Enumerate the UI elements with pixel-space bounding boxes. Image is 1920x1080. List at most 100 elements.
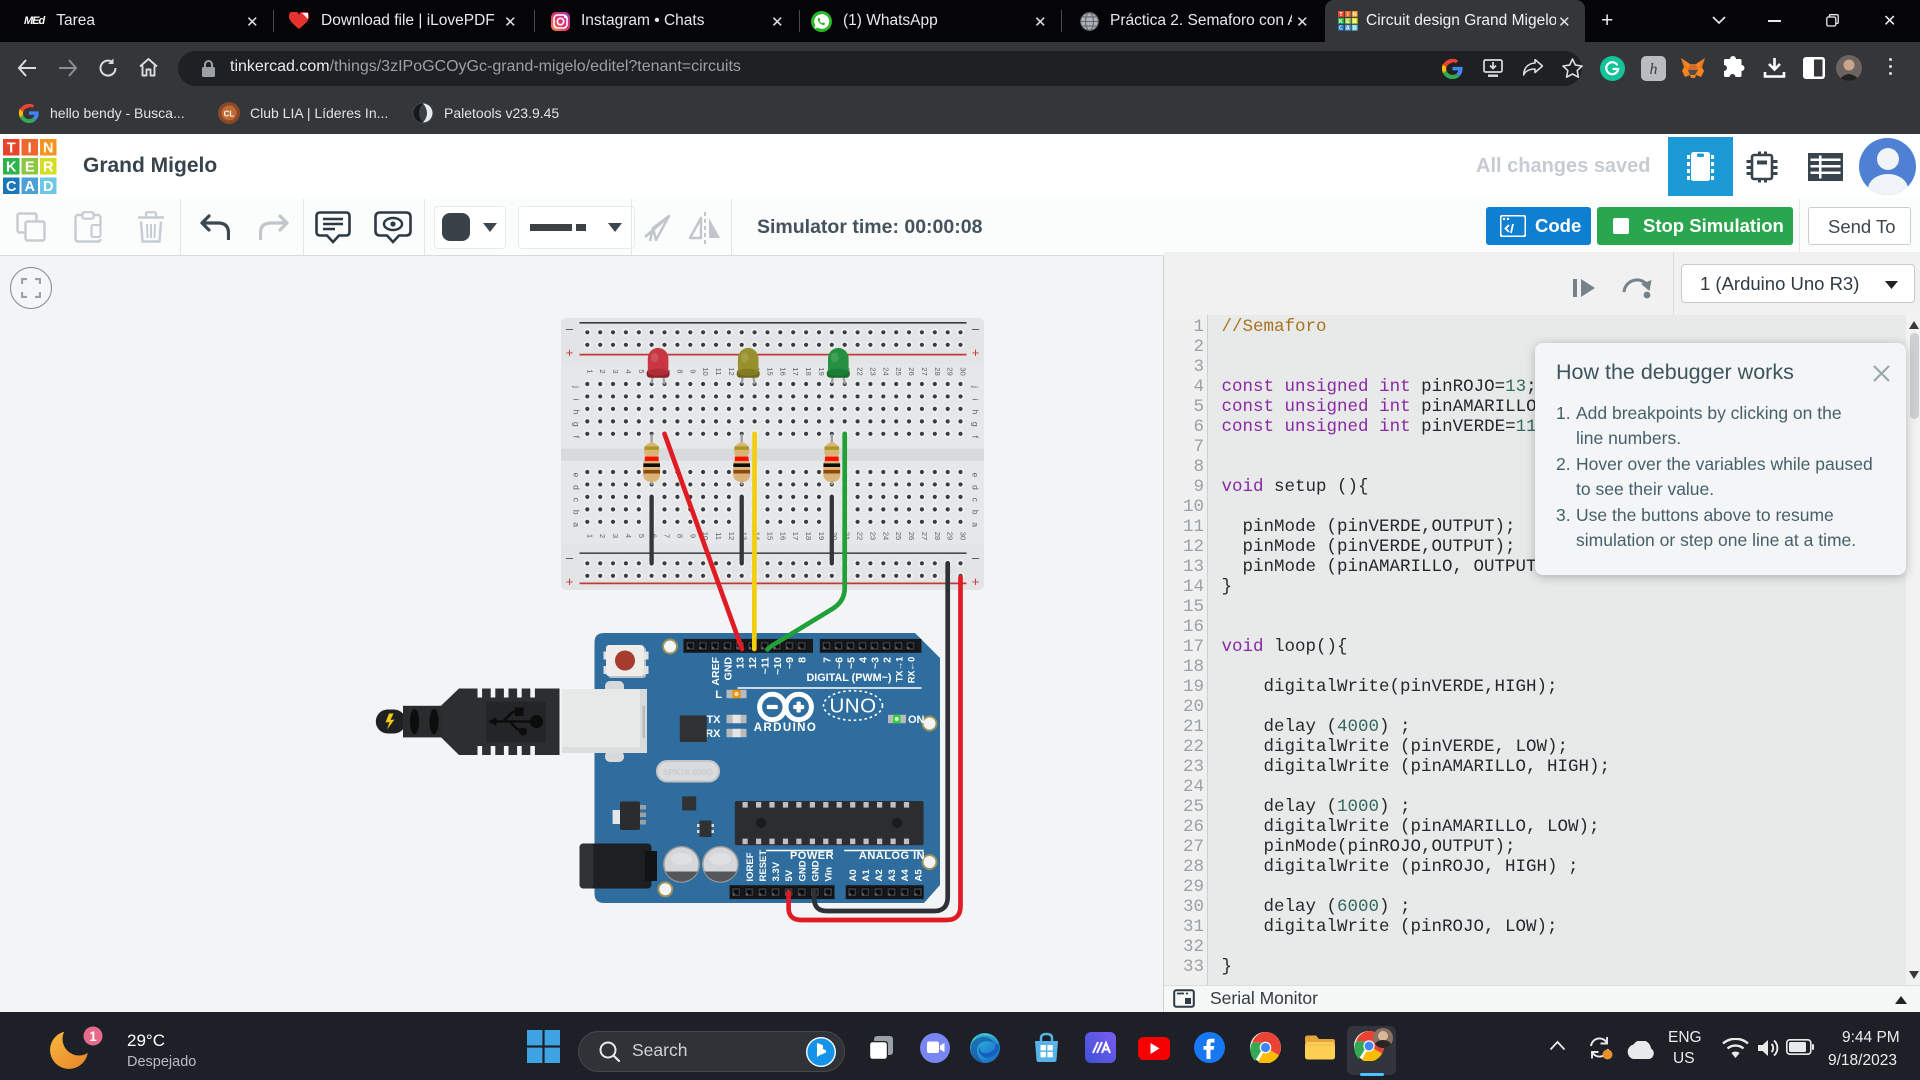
svg-text:d: d	[971, 485, 981, 490]
svg-text:ON: ON	[908, 714, 925, 726]
svg-text:8: 8	[797, 657, 809, 663]
svg-text:27: 27	[920, 532, 929, 540]
svg-text:16: 16	[778, 367, 787, 375]
svg-text:DIGITAL (PWM~): DIGITAL (PWM~)	[806, 672, 891, 684]
svg-text:c: c	[971, 498, 981, 503]
svg-text:+: +	[972, 345, 980, 360]
svg-text:15: 15	[766, 532, 775, 540]
svg-text:~6: ~6	[833, 657, 845, 669]
svg-text:5: 5	[637, 369, 646, 373]
svg-text:~5: ~5	[845, 657, 857, 669]
svg-text:~9: ~9	[784, 657, 796, 669]
svg-text:C: C	[1339, 26, 1343, 31]
svg-text:b: b	[971, 510, 981, 515]
svg-text:19: 19	[817, 532, 826, 540]
svg-text:23: 23	[868, 532, 877, 540]
svg-text:18: 18	[804, 532, 813, 540]
svg-text:5V: 5V	[784, 869, 795, 881]
svg-text:UNO: UNO	[829, 695, 876, 718]
svg-text:RESET: RESET	[758, 850, 769, 882]
svg-text:28: 28	[933, 367, 942, 375]
svg-text:D: D	[1353, 26, 1357, 31]
svg-text:2: 2	[598, 534, 607, 538]
svg-text:K: K	[1339, 19, 1343, 25]
svg-text:11: 11	[714, 368, 723, 376]
svg-text:A5: A5	[913, 869, 924, 882]
svg-text:13: 13	[735, 657, 747, 669]
svg-text:RX←0: RX←0	[906, 657, 916, 683]
svg-text:25: 25	[894, 367, 903, 375]
svg-text:j: j	[971, 385, 981, 388]
svg-text:a: a	[572, 522, 582, 527]
svg-text:CL: CL	[224, 110, 235, 119]
svg-text:h: h	[971, 410, 981, 415]
svg-text:3.3V: 3.3V	[771, 861, 782, 881]
svg-text:h: h	[1650, 61, 1658, 78]
svg-text:i: i	[572, 398, 582, 400]
svg-text:e: e	[971, 473, 981, 478]
svg-text:GND: GND	[810, 860, 821, 881]
svg-text:~10: ~10	[772, 657, 784, 675]
svg-text:12: 12	[727, 532, 736, 540]
svg-text:1: 1	[89, 1029, 97, 1044]
svg-text:~11: ~11	[759, 657, 771, 674]
svg-text:5: 5	[637, 534, 646, 538]
svg-text:R: R	[1353, 19, 1357, 25]
svg-text:+: +	[972, 574, 980, 589]
svg-text:–: –	[566, 550, 574, 565]
svg-text:GND: GND	[797, 860, 808, 881]
svg-text:RX: RX	[705, 728, 721, 740]
svg-text:4: 4	[624, 534, 633, 538]
svg-text:29: 29	[946, 367, 955, 375]
svg-text:Vin: Vin	[824, 867, 835, 882]
svg-text:9: 9	[688, 534, 697, 538]
svg-text:12: 12	[747, 657, 759, 669]
svg-text:I: I	[28, 141, 32, 157]
svg-text:11: 11	[714, 532, 723, 540]
svg-text:16: 16	[778, 532, 787, 540]
svg-text:+: +	[566, 574, 574, 589]
svg-text:c: c	[572, 498, 582, 503]
svg-text:4: 4	[624, 369, 633, 373]
svg-text:17: 17	[791, 367, 800, 375]
svg-text:A0: A0	[848, 869, 859, 881]
svg-text:L: L	[715, 689, 722, 701]
svg-text:A1: A1	[861, 869, 872, 882]
svg-text:30: 30	[959, 367, 968, 375]
svg-text:D: D	[43, 179, 53, 195]
svg-text:2: 2	[881, 657, 893, 663]
svg-text:17: 17	[791, 532, 800, 540]
svg-text:1: 1	[585, 534, 594, 538]
svg-text:h: h	[572, 410, 582, 415]
svg-text:e: e	[572, 473, 582, 478]
svg-text:ANALOG IN: ANALOG IN	[859, 850, 925, 862]
svg-text:T: T	[7, 141, 16, 157]
svg-text:~3: ~3	[869, 657, 881, 669]
svg-text:d: d	[572, 485, 582, 490]
svg-text:+: +	[566, 345, 574, 360]
svg-text:28: 28	[933, 532, 942, 540]
svg-text:1: 1	[585, 369, 594, 373]
svg-text:g: g	[572, 422, 582, 427]
svg-text:A: A	[1346, 26, 1350, 31]
svg-text:E: E	[1346, 19, 1350, 25]
svg-text:12: 12	[727, 367, 736, 375]
svg-text:g: g	[971, 422, 981, 427]
svg-text:8: 8	[675, 534, 684, 538]
svg-text:27: 27	[920, 367, 929, 375]
svg-text:A3: A3	[887, 869, 898, 881]
svg-text:19: 19	[817, 367, 826, 375]
svg-text:N: N	[1353, 12, 1357, 18]
svg-text:30: 30	[959, 532, 968, 540]
svg-text:15: 15	[766, 367, 775, 375]
svg-text:GND: GND	[722, 657, 734, 681]
svg-text:E: E	[25, 160, 35, 176]
svg-text:10: 10	[701, 367, 710, 375]
svg-text:R: R	[43, 160, 54, 176]
svg-text:24: 24	[881, 532, 890, 540]
svg-text:–: –	[566, 321, 574, 336]
svg-text:3: 3	[611, 534, 620, 538]
svg-text:9: 9	[688, 369, 697, 373]
svg-text:j: j	[572, 385, 582, 388]
svg-text:A: A	[24, 179, 35, 195]
